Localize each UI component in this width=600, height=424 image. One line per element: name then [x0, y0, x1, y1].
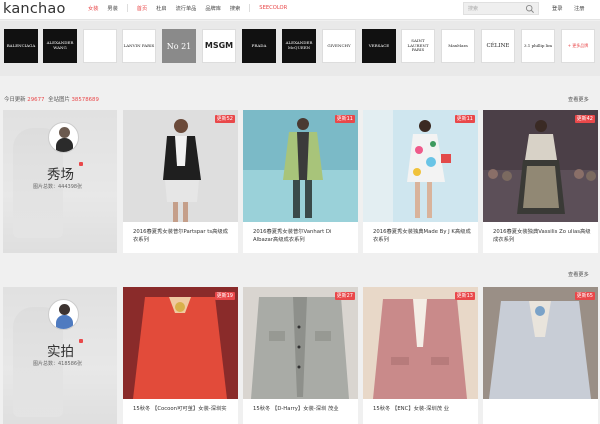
category-count: 图片总数：418586张 — [33, 361, 83, 367]
product-photo — [123, 287, 238, 399]
card-caption[interactable]: 2016春夏秀女装普尔Partspar ts高级成衣系列 — [133, 228, 233, 245]
brand-logo[interactable]: MaxMara — [441, 29, 475, 63]
site-logo[interactable]: kanchao — [3, 0, 66, 18]
brand-logo[interactable]: 3.1 phillip lim — [521, 29, 555, 63]
new-badge — [79, 339, 83, 343]
search-box[interactable]: 搜索 — [463, 2, 539, 15]
update-badge: 更新11 — [334, 115, 355, 123]
avatar — [48, 299, 79, 330]
today-count: 29677 — [27, 97, 45, 103]
gallery-card[interactable]: 更新11 2016春夏秀女装独典Made By J K高级成衣系列 — [363, 110, 478, 253]
nav-divider — [126, 4, 128, 12]
card-caption[interactable]: 2016春夏秀女装普尔Vanhart Di Albazar高级成衣系列 — [253, 228, 353, 245]
brand-logo[interactable]: PRADA — [242, 29, 276, 63]
gallery-image[interactable]: 更新65 — [483, 287, 598, 399]
gallery-image[interactable]: 更新11 — [363, 110, 478, 222]
gallery-card[interactable]: 更新11 2016春夏秀女装普尔Vanhart Di Albazar高级成衣系列 — [243, 110, 358, 253]
card-caption[interactable]: 15秋冬 【Cocoon可可茧】女装-深圳实 — [133, 405, 233, 413]
nav-seecolor[interactable]: SEECOLOR — [259, 5, 287, 12]
brand-logo[interactable]: No 21 — [162, 29, 196, 63]
nav-search[interactable]: 搜索 — [230, 5, 240, 12]
more-brands-button[interactable]: + 更多品牌 — [561, 29, 595, 63]
gallery-image[interactable]: 更新11 — [243, 110, 358, 222]
nav-home[interactable]: 首页 — [137, 5, 147, 12]
update-badge: 更新19 — [214, 292, 235, 300]
nav-men[interactable]: 男装 — [107, 5, 117, 12]
update-badge: 更新13 — [454, 292, 475, 300]
brand-logo[interactable]: SAINT LAURENT PARIS — [401, 29, 435, 63]
register-link[interactable]: 注册 — [574, 5, 584, 12]
new-badge — [79, 162, 83, 166]
category-count: 图片总数：444398张 — [33, 184, 83, 190]
search-input[interactable]: 搜索 — [468, 5, 478, 12]
update-badge: 更新52 — [214, 115, 235, 123]
gallery-image[interactable]: 更新27 — [243, 287, 358, 399]
gallery-card[interactable]: 更新65 — [483, 287, 598, 424]
category-card-photos[interactable]: 实拍 图片总数：418586张 — [3, 287, 117, 424]
nav-brand-library[interactable]: 品牌库 — [205, 5, 221, 12]
brand-logo[interactable]: ALEXANDER McQUEEN — [282, 29, 316, 63]
gallery-image[interactable]: 更新42 — [483, 110, 598, 222]
runway-photo — [363, 110, 478, 222]
search-icon[interactable] — [525, 4, 535, 14]
gallery-card[interactable]: 更新19 15秋冬 【Cocoon可可茧】女装-深圳实 — [123, 287, 238, 424]
nav-trend-items[interactable]: 流行单品 — [176, 5, 197, 12]
update-badge: 更新27 — [334, 292, 355, 300]
update-badge: 更新42 — [574, 115, 595, 123]
brand-logo[interactable]: LANVIN PARIS — [122, 29, 156, 63]
card-caption[interactable]: 15秋冬 【D-Harry】女装-深圳 茂业 — [253, 405, 353, 413]
nav-women[interactable]: 女装 — [88, 5, 98, 12]
gallery-image[interactable]: 更新52 — [123, 110, 238, 222]
card-caption[interactable]: 2016春夏秀女装独典Made By J K高级成衣系列 — [373, 228, 473, 245]
runway-photo — [243, 110, 358, 222]
see-more-link[interactable]: 查看更多 — [568, 271, 589, 278]
brand-logo[interactable]: VERSACE — [362, 29, 396, 63]
brand-strip: BALENCIAGA ALEXANDER WANG LANVIN PARIS N… — [0, 21, 600, 76]
brand-logo[interactable]: ALEXANDER WANG — [43, 29, 77, 63]
see-more-link[interactable]: 查看更多 — [568, 96, 589, 103]
brand-logo[interactable]: BALENCIAGA — [4, 29, 38, 63]
site-stats: 今日更新 29677 全站图片 38578689 — [4, 97, 99, 103]
product-photo — [363, 287, 478, 399]
brand-logo[interactable] — [83, 29, 117, 63]
gallery-image[interactable]: 更新19 — [123, 287, 238, 399]
nav-divider — [249, 4, 251, 12]
product-photo — [243, 287, 358, 399]
category-card-runway[interactable]: 秀场 图片总数：444398张 — [3, 110, 117, 253]
gallery-image[interactable]: 更新13 — [363, 287, 478, 399]
runway-photo — [123, 110, 238, 222]
card-caption[interactable]: 2016春夏女装独典Vassilis Zo ulias高级成衣系列 — [493, 228, 593, 245]
login-link[interactable]: 登录 — [552, 5, 562, 12]
update-badge: 更新11 — [454, 115, 475, 123]
top-bar: kanchao 女装 男装 首页 杜启 流行单品 品牌库 搜索 SEECOLOR… — [0, 0, 600, 20]
category-title: 实拍 — [47, 344, 74, 360]
update-badge: 更新65 — [574, 292, 595, 300]
product-photo — [483, 287, 598, 399]
brand-logo[interactable]: MSGM — [202, 29, 236, 63]
card-caption[interactable]: 15秋冬 【ENC】女装-深圳茂 业 — [373, 405, 473, 413]
brand-logo[interactable]: CÉLINE — [481, 29, 515, 63]
avatar — [48, 122, 79, 153]
gallery-card[interactable]: 更新52 2016春夏秀女装普尔Partspar ts高级成衣系列 — [123, 110, 238, 253]
main-nav: 女装 男装 首页 杜启 流行单品 品牌库 搜索 SEECOLOR — [88, 4, 296, 12]
brand-logo[interactable]: GIVENCHY — [322, 29, 356, 63]
gallery-card[interactable]: 更新27 15秋冬 【D-Harry】女装-深圳 茂业 — [243, 287, 358, 424]
category-title: 秀场 — [47, 167, 74, 183]
gallery-card[interactable]: 更新13 15秋冬 【ENC】女装-深圳茂 业 — [363, 287, 478, 424]
nav-duqi[interactable]: 杜启 — [156, 5, 166, 12]
runway-photo — [483, 110, 598, 222]
gallery-card[interactable]: 更新42 2016春夏女装独典Vassilis Zo ulias高级成衣系列 — [483, 110, 598, 253]
total-count: 38578689 — [71, 97, 99, 103]
